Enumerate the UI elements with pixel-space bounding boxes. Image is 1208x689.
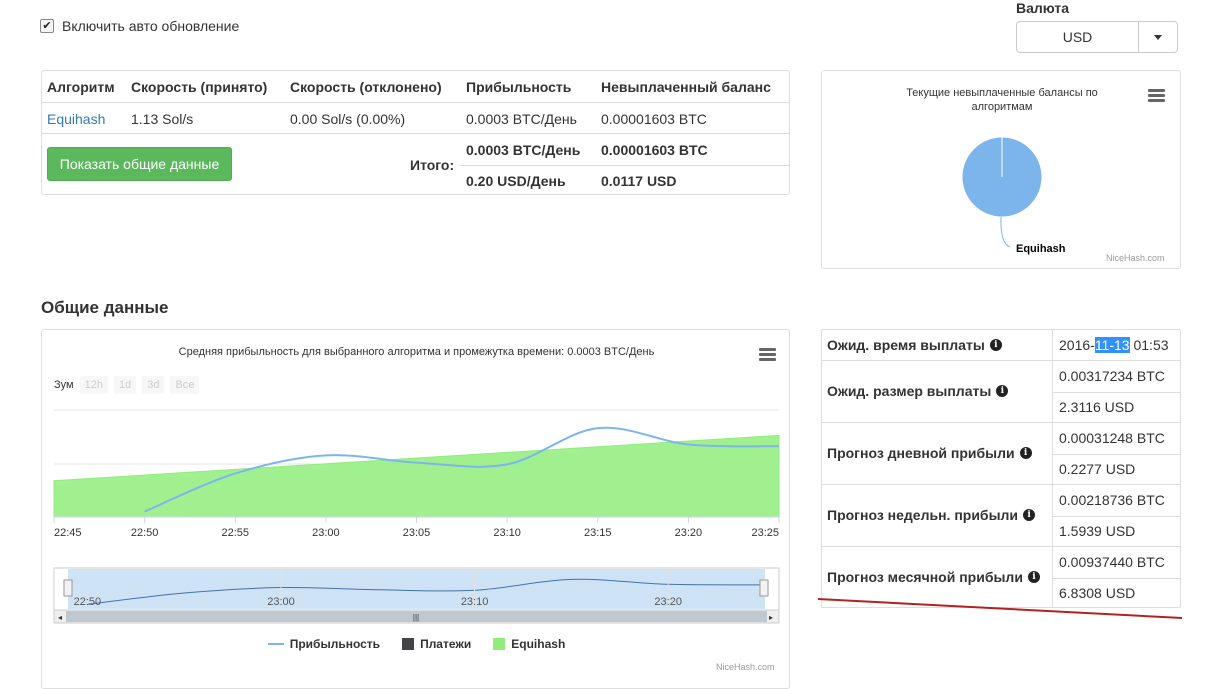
total-btc-profit: 0.0003 BTC/День <box>466 142 581 158</box>
info-icon[interactable]: i <box>1023 509 1036 521</box>
navigator-tick-label: 23:20 <box>654 596 682 608</box>
pie-credits[interactable]: NiceHash.com <box>1106 253 1165 263</box>
chart-legend: Прибыльность Платежи Equihash <box>42 637 791 651</box>
pie-connector-line <box>1000 216 1011 248</box>
currency-select[interactable]: USD <box>1016 21 1178 53</box>
profitability-value: 0.0003 BTC/День <box>466 111 577 127</box>
info-icon[interactable]: i <box>1027 571 1040 583</box>
auto-update-toggle[interactable]: ✔ Включить авто обновление <box>40 18 239 34</box>
currency-value: USD <box>1017 22 1139 52</box>
x-tick-label: 23:05 <box>403 527 431 539</box>
x-tick-label: 23:20 <box>675 527 703 539</box>
col-header-profitability: Прибыльность <box>466 79 572 95</box>
legend-item-payments[interactable]: Платежи <box>402 637 471 651</box>
unpaid-balance-value: 0.00001603 BTC <box>601 111 707 127</box>
total-usd-unpaid: 0.0117 USD <box>601 173 677 189</box>
payout-forecast-table: Ожид. время выплаты i 2016-11-13 01:53 Ож… <box>821 329 1181 608</box>
payout-size-label: Ожид. размер выплаты i <box>827 383 1009 399</box>
col-header-speed-rejected: Скорость (отклонено) <box>290 79 442 95</box>
col-header-speed-accepted: Скорость (принято) <box>131 79 268 95</box>
pie-slice-label: Equihash <box>1016 243 1066 255</box>
profitability-chart: Средняя прибыльность для выбранного алго… <box>41 329 790 689</box>
col-header-unpaid-balance: Невыплаченный баланс <box>601 79 771 95</box>
info-icon[interactable]: i <box>989 339 1002 351</box>
weekly-profit-label: Прогноз недельн. прибыли i <box>827 507 1036 523</box>
payout-time-value: 2016-11-13 01:53 <box>1059 337 1169 353</box>
chart-plot-area[interactable]: 22:45 22:50 22:55 23:00 23:05 23:10 23:15 23:20… <box>42 330 791 630</box>
monthly-profit-btc: 0.00937440 BTC <box>1059 554 1165 570</box>
payout-size-usd: 2.3116 USD <box>1059 399 1135 415</box>
algorithm-link-equihash[interactable]: Equihash <box>47 111 105 127</box>
algorithm-table: Алгоритм Скорость (принято) Скорость (от… <box>41 70 790 195</box>
section-title: Общие данные <box>41 298 169 317</box>
legend-line-icon <box>267 643 284 645</box>
monthly-profit-label: Прогноз месячной прибыли i <box>827 569 1040 585</box>
speed-accepted-value: 1.13 Sol/s <box>131 111 194 127</box>
chevron-down-icon <box>1154 34 1162 40</box>
currency-dropdown-button[interactable] <box>1139 22 1177 52</box>
legend-square-icon <box>493 638 506 650</box>
auto-update-checkbox[interactable]: ✔ <box>40 19 54 33</box>
scroll-right-icon[interactable]: ▸ <box>769 613 773 622</box>
svg-text:|||: ||| <box>413 613 419 622</box>
navigator-tick-label: 23:00 <box>267 596 295 608</box>
daily-profit-usd: 0.2277 USD <box>1059 461 1136 477</box>
daily-profit-btc: 0.00031248 BTC <box>1059 430 1165 446</box>
col-header-algorithm: Алгоритм <box>47 79 115 95</box>
navigator-tick-label: 22:50 <box>74 596 102 608</box>
total-label: Итого: <box>410 157 455 173</box>
x-tick-label: 23:25 <box>751 527 779 539</box>
x-tick-label: 23:15 <box>584 527 612 539</box>
total-usd-profit: 0.20 USD/День <box>466 173 566 189</box>
navigator-left-handle[interactable] <box>63 579 73 597</box>
speed-rejected-value: 0.00 Sol/s (0.00%) <box>290 111 406 127</box>
pie-chart-svg <box>961 136 1043 248</box>
payout-size-btc: 0.00317234 BTC <box>1059 368 1165 384</box>
payout-time-label: Ожид. время выплаты i <box>827 337 1002 353</box>
legend-item-equihash[interactable]: Equihash <box>493 637 565 651</box>
auto-update-label: Включить авто обновление <box>62 18 240 34</box>
x-tick-label: 23:00 <box>312 527 340 539</box>
info-icon[interactable]: i <box>1019 447 1032 459</box>
info-icon[interactable]: i <box>996 385 1009 397</box>
currency-label: Валюта <box>1016 0 1070 16</box>
series-equihash-area[interactable] <box>53 434 780 518</box>
x-tick-label: 22:45 <box>54 527 82 539</box>
navigator-right-handle[interactable] <box>759 579 769 597</box>
weekly-profit-usd: 1.5939 USD <box>1059 523 1136 539</box>
show-totals-button[interactable]: Показать общие данные <box>47 147 232 181</box>
daily-profit-label: Прогноз дневной прибыли i <box>827 445 1032 461</box>
legend-square-icon <box>402 638 415 650</box>
x-tick-label: 22:55 <box>221 527 249 539</box>
x-tick-label: 23:10 <box>493 527 521 539</box>
navigator-tick-label: 23:10 <box>461 596 489 608</box>
scroll-left-icon[interactable]: ◂ <box>58 613 62 622</box>
legend-item-profit[interactable]: Прибыльность <box>267 637 380 651</box>
x-tick-label: 22:50 <box>131 527 159 539</box>
monthly-profit-usd: 6.8308 USD <box>1059 585 1136 601</box>
weekly-profit-btc: 0.00218736 BTC <box>1059 492 1165 508</box>
unpaid-balance-pie-chart: Текущие невыплаченные балансы по алгорит… <box>821 70 1181 269</box>
total-btc-unpaid: 0.00001603 BTC <box>601 142 708 158</box>
